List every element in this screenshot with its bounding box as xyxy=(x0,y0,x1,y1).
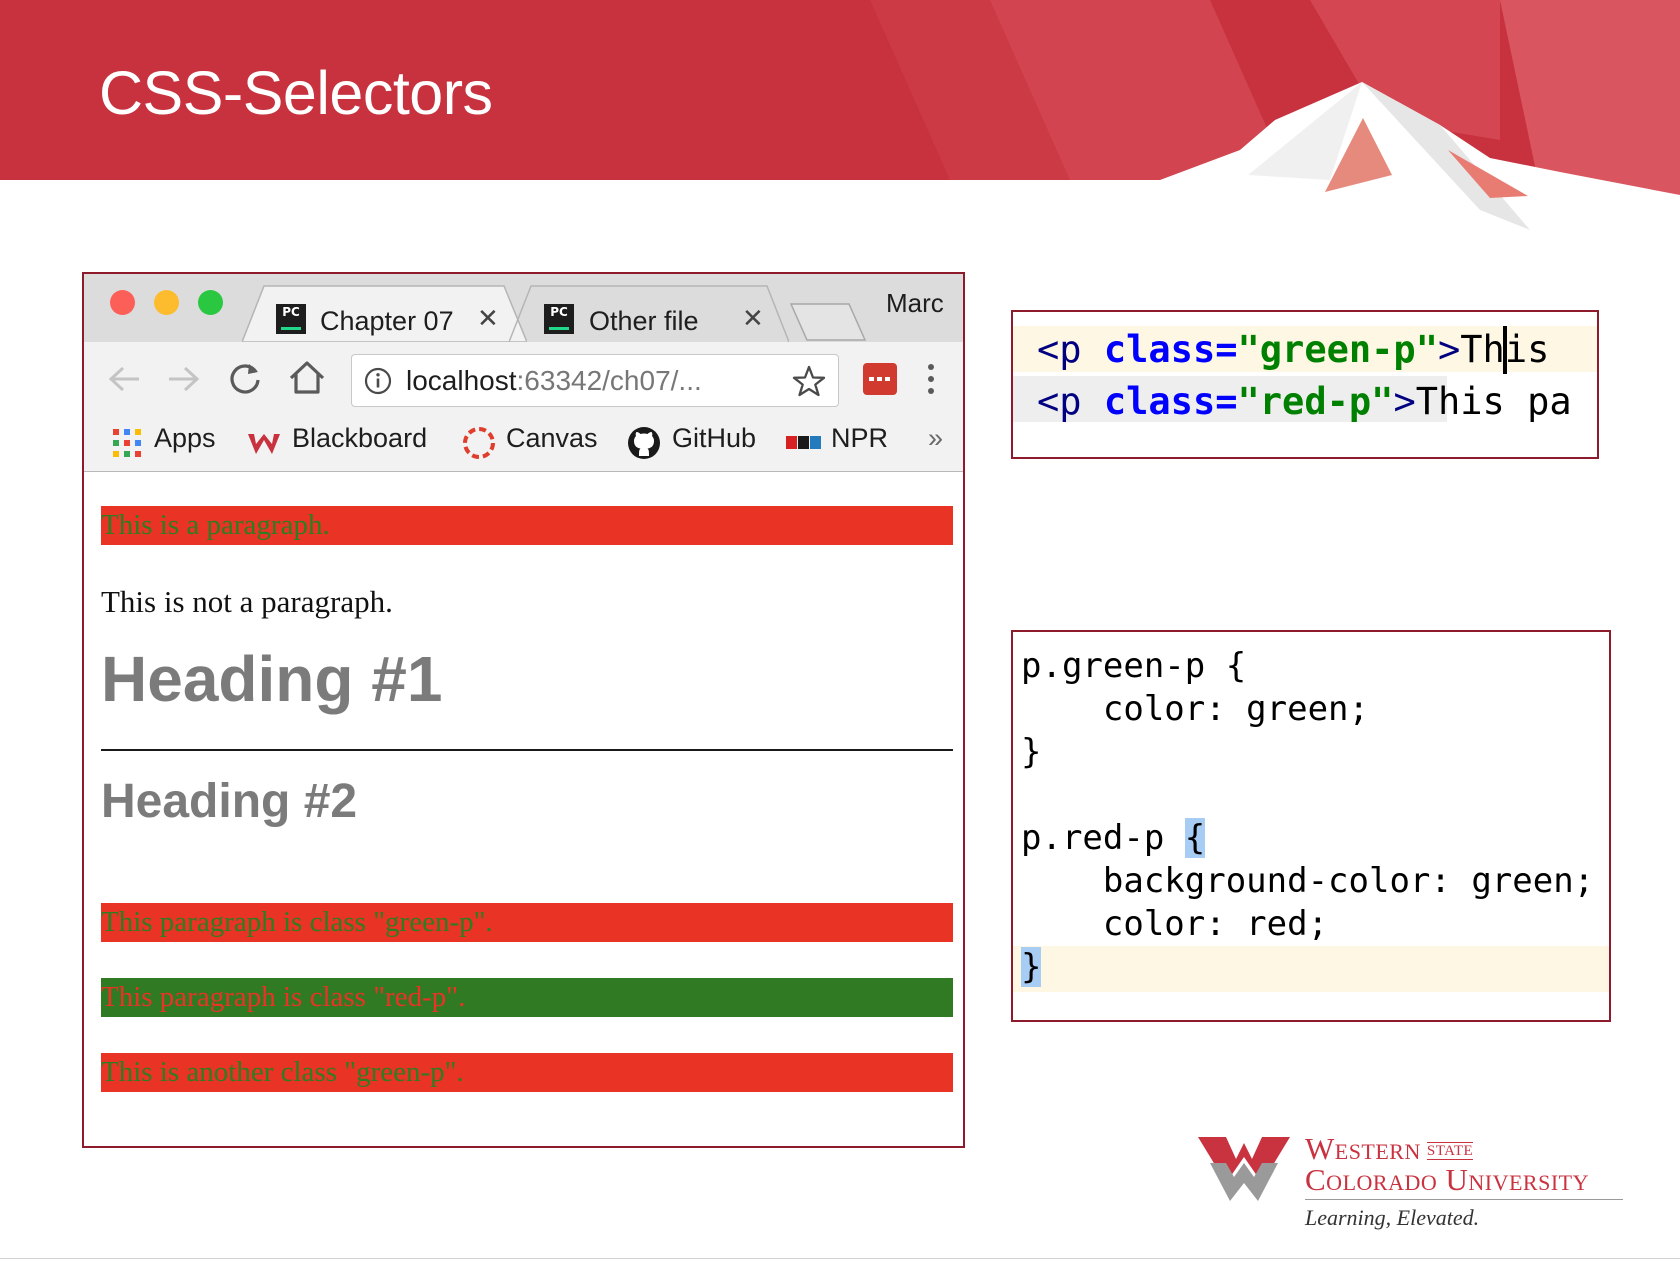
tab-label: Other file xyxy=(589,306,699,336)
html-code-snippet: <p class="green-p">This <p class="red-p"… xyxy=(1011,310,1599,459)
canvas-icon xyxy=(463,427,495,459)
bookmarks-overflow-chevron-icon[interactable]: » xyxy=(928,423,943,454)
university-logo-icon xyxy=(1198,1137,1290,1201)
paragraph-red-p: This paragraph is class "red-p". xyxy=(101,978,953,1017)
html-code-line-1: <p class="green-p">This xyxy=(1037,328,1550,371)
matched-brace-open: { xyxy=(1184,818,1206,858)
bookmark-star-icon[interactable] xyxy=(792,365,826,397)
slide-title: CSS-Selectors xyxy=(99,59,493,127)
logo-state-label: STATE xyxy=(1426,1142,1474,1160)
tab-other-file[interactable]: PC Other file ✕ xyxy=(509,284,789,342)
blackboard-icon xyxy=(248,434,280,454)
browser-toolbar: localhost:63342/ch07/... xyxy=(84,342,963,415)
css-code-line-7: color: red; xyxy=(1021,904,1329,944)
apps-grid-icon xyxy=(113,429,141,457)
logo-tagline: Learning, Elevated. xyxy=(1305,1205,1480,1230)
bookmarks-bar: Apps Blackboard Canvas GitHub NPR » xyxy=(84,415,963,472)
extension-icon[interactable] xyxy=(862,362,898,396)
more-menu-icon[interactable] xyxy=(925,362,937,396)
close-tab-icon[interactable]: ✕ xyxy=(742,304,764,334)
github-icon xyxy=(628,427,660,459)
address-bar[interactable]: localhost:63342/ch07/... xyxy=(351,354,839,407)
heading-2: Heading #2 xyxy=(101,775,358,828)
css-code-line-3: } xyxy=(1021,732,1042,772)
bookmark-github[interactable]: GitHub xyxy=(672,423,756,454)
forward-arrow-icon[interactable] xyxy=(166,364,202,394)
logo-divider xyxy=(1305,1199,1623,1200)
bookmark-apps[interactable]: Apps xyxy=(154,423,216,454)
slide-footer-line xyxy=(0,1258,1680,1259)
info-icon[interactable] xyxy=(364,367,392,395)
url-text: localhost:63342/ch07/... xyxy=(406,365,702,397)
current-line-highlight xyxy=(1013,946,1609,992)
html-code-line-2: <p class="red-p">This pa xyxy=(1037,380,1572,423)
url-host: localhost xyxy=(406,365,517,396)
css-code-line-6: background-color: green; xyxy=(1021,861,1595,901)
non-paragraph-text: This is not a paragraph. xyxy=(101,584,393,619)
css-code-line-8: } xyxy=(1021,947,1042,987)
css-code-line-2: color: green; xyxy=(1021,689,1369,729)
page-content: This is a paragraph. This is not a parag… xyxy=(84,472,963,1146)
bookmark-blackboard[interactable]: Blackboard xyxy=(292,423,427,454)
pycharm-icon: PC xyxy=(544,304,574,334)
tab-chapter-07[interactable]: PC Chapter 07 ✕ xyxy=(242,284,527,342)
close-tab-icon[interactable]: ✕ xyxy=(477,304,499,334)
close-window-button[interactable] xyxy=(110,290,135,315)
bookmark-npr[interactable]: NPR xyxy=(831,423,888,454)
text-caret xyxy=(1503,326,1507,374)
maximize-window-button[interactable] xyxy=(198,290,223,315)
npr-icon xyxy=(786,436,821,449)
logo-wordmark-line-2: Colorado University xyxy=(1305,1162,1589,1197)
minimize-window-button[interactable] xyxy=(154,290,179,315)
heading-1: Heading #1 xyxy=(101,643,443,715)
profile-name[interactable]: Marc xyxy=(886,288,944,319)
reload-icon[interactable] xyxy=(227,360,263,396)
paragraph-green-p: This paragraph is class "green-p". xyxy=(101,903,953,942)
css-code-line-1: p.green-p { xyxy=(1021,646,1247,686)
back-arrow-icon[interactable] xyxy=(106,364,142,394)
matched-brace-close: } xyxy=(1021,947,1042,987)
paragraph-another-green-p: This is another class "green-p". xyxy=(101,1053,953,1092)
heading-1-underline xyxy=(101,749,953,751)
pycharm-icon: PC xyxy=(276,304,306,334)
home-icon[interactable] xyxy=(287,358,327,398)
css-code-snippet: p.green-p { color: green; } p.red-p { ba… xyxy=(1011,630,1611,1022)
css-code-line-5: p.red-p { xyxy=(1021,818,1206,858)
paragraph-default: This is a paragraph. xyxy=(101,506,953,545)
tab-label: Chapter 07 xyxy=(320,306,454,336)
tab-strip: PC Chapter 07 ✕ PC Other file ✕ Marc xyxy=(84,274,963,342)
new-tab-button[interactable] xyxy=(789,302,869,342)
browser-window: PC Chapter 07 ✕ PC Other file ✕ Marc loc… xyxy=(82,272,965,1148)
url-path: :63342/ch07/... xyxy=(516,365,702,396)
bookmark-canvas[interactable]: Canvas xyxy=(506,423,598,454)
